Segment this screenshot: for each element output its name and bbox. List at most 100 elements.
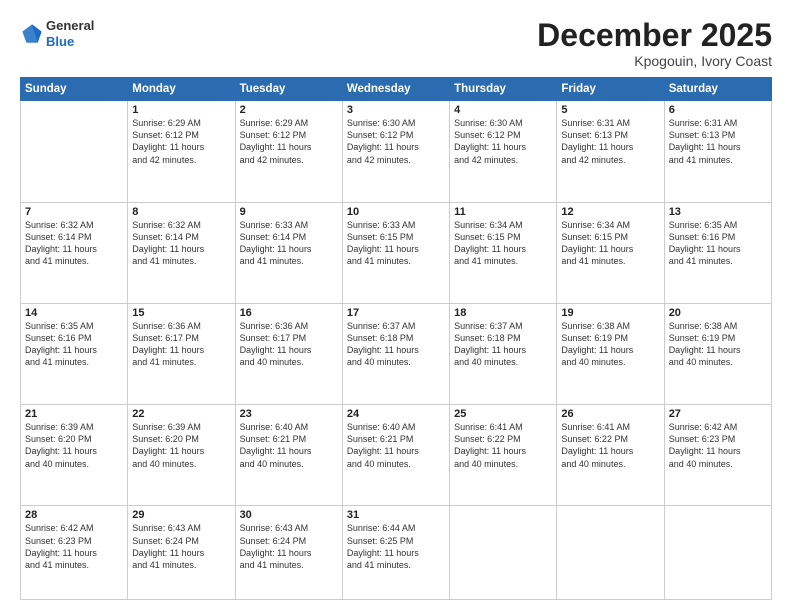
- calendar-table: SundayMondayTuesdayWednesdayThursdayFrid…: [20, 77, 772, 600]
- calendar-cell: 15Sunrise: 6:36 AM Sunset: 6:17 PM Dayli…: [128, 303, 235, 404]
- day-number: 9: [240, 206, 338, 218]
- calendar-cell: [450, 506, 557, 600]
- calendar-week-row: 1Sunrise: 6:29 AM Sunset: 6:12 PM Daylig…: [21, 101, 772, 202]
- day-info: Sunrise: 6:31 AM Sunset: 6:13 PM Dayligh…: [561, 117, 659, 166]
- weekday-header-monday: Monday: [128, 78, 235, 101]
- day-number: 2: [240, 104, 338, 116]
- day-info: Sunrise: 6:33 AM Sunset: 6:14 PM Dayligh…: [240, 219, 338, 268]
- day-number: 12: [561, 206, 659, 218]
- weekday-header-friday: Friday: [557, 78, 664, 101]
- weekday-header-wednesday: Wednesday: [342, 78, 449, 101]
- day-number: 4: [454, 104, 552, 116]
- day-number: 21: [25, 408, 123, 420]
- calendar-cell: 13Sunrise: 6:35 AM Sunset: 6:16 PM Dayli…: [664, 202, 771, 303]
- calendar-cell: 12Sunrise: 6:34 AM Sunset: 6:15 PM Dayli…: [557, 202, 664, 303]
- day-info: Sunrise: 6:37 AM Sunset: 6:18 PM Dayligh…: [347, 320, 445, 369]
- day-info: Sunrise: 6:33 AM Sunset: 6:15 PM Dayligh…: [347, 219, 445, 268]
- day-info: Sunrise: 6:39 AM Sunset: 6:20 PM Dayligh…: [132, 421, 230, 470]
- day-number: 31: [347, 509, 445, 521]
- logo-blue: Blue: [46, 34, 74, 49]
- day-info: Sunrise: 6:44 AM Sunset: 6:25 PM Dayligh…: [347, 522, 445, 571]
- calendar-cell: 24Sunrise: 6:40 AM Sunset: 6:21 PM Dayli…: [342, 405, 449, 506]
- day-info: Sunrise: 6:40 AM Sunset: 6:21 PM Dayligh…: [347, 421, 445, 470]
- calendar-cell: 17Sunrise: 6:37 AM Sunset: 6:18 PM Dayli…: [342, 303, 449, 404]
- day-number: 24: [347, 408, 445, 420]
- logo: General Blue: [20, 18, 94, 49]
- day-number: 19: [561, 307, 659, 319]
- day-info: Sunrise: 6:30 AM Sunset: 6:12 PM Dayligh…: [454, 117, 552, 166]
- calendar-header-row: SundayMondayTuesdayWednesdayThursdayFrid…: [21, 78, 772, 101]
- day-info: Sunrise: 6:35 AM Sunset: 6:16 PM Dayligh…: [669, 219, 767, 268]
- day-number: 25: [454, 408, 552, 420]
- calendar-cell: [557, 506, 664, 600]
- calendar-cell: 1Sunrise: 6:29 AM Sunset: 6:12 PM Daylig…: [128, 101, 235, 202]
- calendar-cell: 23Sunrise: 6:40 AM Sunset: 6:21 PM Dayli…: [235, 405, 342, 506]
- day-number: 11: [454, 206, 552, 218]
- day-info: Sunrise: 6:39 AM Sunset: 6:20 PM Dayligh…: [25, 421, 123, 470]
- header: General Blue December 2025 Kpogouin, Ivo…: [20, 18, 772, 69]
- title-block: December 2025 Kpogouin, Ivory Coast: [537, 18, 772, 69]
- day-number: 1: [132, 104, 230, 116]
- day-number: 17: [347, 307, 445, 319]
- calendar-cell: 5Sunrise: 6:31 AM Sunset: 6:13 PM Daylig…: [557, 101, 664, 202]
- weekday-header-tuesday: Tuesday: [235, 78, 342, 101]
- calendar-cell: 19Sunrise: 6:38 AM Sunset: 6:19 PM Dayli…: [557, 303, 664, 404]
- calendar-cell: 21Sunrise: 6:39 AM Sunset: 6:20 PM Dayli…: [21, 405, 128, 506]
- day-number: 13: [669, 206, 767, 218]
- day-info: Sunrise: 6:29 AM Sunset: 6:12 PM Dayligh…: [240, 117, 338, 166]
- day-number: 22: [132, 408, 230, 420]
- calendar-cell: 14Sunrise: 6:35 AM Sunset: 6:16 PM Dayli…: [21, 303, 128, 404]
- calendar-week-row: 14Sunrise: 6:35 AM Sunset: 6:16 PM Dayli…: [21, 303, 772, 404]
- day-info: Sunrise: 6:43 AM Sunset: 6:24 PM Dayligh…: [240, 522, 338, 571]
- calendar-cell: 25Sunrise: 6:41 AM Sunset: 6:22 PM Dayli…: [450, 405, 557, 506]
- day-info: Sunrise: 6:43 AM Sunset: 6:24 PM Dayligh…: [132, 522, 230, 571]
- logo-general: General: [46, 18, 94, 33]
- logo-text: General Blue: [46, 18, 94, 49]
- calendar-cell: 29Sunrise: 6:43 AM Sunset: 6:24 PM Dayli…: [128, 506, 235, 600]
- day-info: Sunrise: 6:40 AM Sunset: 6:21 PM Dayligh…: [240, 421, 338, 470]
- calendar-cell: 30Sunrise: 6:43 AM Sunset: 6:24 PM Dayli…: [235, 506, 342, 600]
- day-number: 29: [132, 509, 230, 521]
- day-number: 28: [25, 509, 123, 521]
- calendar-cell: 22Sunrise: 6:39 AM Sunset: 6:20 PM Dayli…: [128, 405, 235, 506]
- day-info: Sunrise: 6:31 AM Sunset: 6:13 PM Dayligh…: [669, 117, 767, 166]
- calendar-cell: 18Sunrise: 6:37 AM Sunset: 6:18 PM Dayli…: [450, 303, 557, 404]
- day-number: 5: [561, 104, 659, 116]
- weekday-header-sunday: Sunday: [21, 78, 128, 101]
- day-info: Sunrise: 6:34 AM Sunset: 6:15 PM Dayligh…: [561, 219, 659, 268]
- weekday-header-saturday: Saturday: [664, 78, 771, 101]
- day-info: Sunrise: 6:38 AM Sunset: 6:19 PM Dayligh…: [669, 320, 767, 369]
- day-number: 8: [132, 206, 230, 218]
- calendar-cell: 31Sunrise: 6:44 AM Sunset: 6:25 PM Dayli…: [342, 506, 449, 600]
- day-info: Sunrise: 6:38 AM Sunset: 6:19 PM Dayligh…: [561, 320, 659, 369]
- calendar-cell: 8Sunrise: 6:32 AM Sunset: 6:14 PM Daylig…: [128, 202, 235, 303]
- day-info: Sunrise: 6:37 AM Sunset: 6:18 PM Dayligh…: [454, 320, 552, 369]
- calendar-cell: 7Sunrise: 6:32 AM Sunset: 6:14 PM Daylig…: [21, 202, 128, 303]
- location-subtitle: Kpogouin, Ivory Coast: [537, 53, 772, 69]
- day-info: Sunrise: 6:29 AM Sunset: 6:12 PM Dayligh…: [132, 117, 230, 166]
- calendar-week-row: 21Sunrise: 6:39 AM Sunset: 6:20 PM Dayli…: [21, 405, 772, 506]
- calendar-cell: 10Sunrise: 6:33 AM Sunset: 6:15 PM Dayli…: [342, 202, 449, 303]
- calendar-cell: [21, 101, 128, 202]
- day-info: Sunrise: 6:32 AM Sunset: 6:14 PM Dayligh…: [25, 219, 123, 268]
- day-info: Sunrise: 6:41 AM Sunset: 6:22 PM Dayligh…: [454, 421, 552, 470]
- month-title: December 2025: [537, 18, 772, 53]
- day-info: Sunrise: 6:36 AM Sunset: 6:17 PM Dayligh…: [240, 320, 338, 369]
- day-number: 14: [25, 307, 123, 319]
- day-number: 30: [240, 509, 338, 521]
- calendar-cell: 11Sunrise: 6:34 AM Sunset: 6:15 PM Dayli…: [450, 202, 557, 303]
- calendar-week-row: 28Sunrise: 6:42 AM Sunset: 6:23 PM Dayli…: [21, 506, 772, 600]
- day-number: 18: [454, 307, 552, 319]
- day-number: 7: [25, 206, 123, 218]
- logo-icon: [20, 22, 44, 46]
- calendar-cell: 3Sunrise: 6:30 AM Sunset: 6:12 PM Daylig…: [342, 101, 449, 202]
- day-info: Sunrise: 6:35 AM Sunset: 6:16 PM Dayligh…: [25, 320, 123, 369]
- day-number: 16: [240, 307, 338, 319]
- weekday-header-thursday: Thursday: [450, 78, 557, 101]
- day-info: Sunrise: 6:34 AM Sunset: 6:15 PM Dayligh…: [454, 219, 552, 268]
- day-number: 10: [347, 206, 445, 218]
- calendar-cell: 2Sunrise: 6:29 AM Sunset: 6:12 PM Daylig…: [235, 101, 342, 202]
- day-info: Sunrise: 6:41 AM Sunset: 6:22 PM Dayligh…: [561, 421, 659, 470]
- calendar-cell: 6Sunrise: 6:31 AM Sunset: 6:13 PM Daylig…: [664, 101, 771, 202]
- calendar-cell: 4Sunrise: 6:30 AM Sunset: 6:12 PM Daylig…: [450, 101, 557, 202]
